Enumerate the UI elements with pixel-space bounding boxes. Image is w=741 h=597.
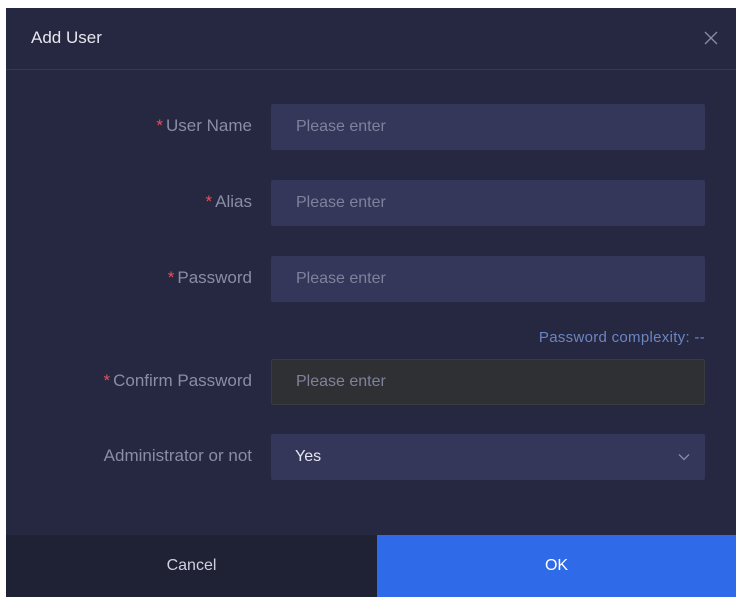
- dialog-header: Add User: [6, 8, 736, 70]
- dialog-title: Add User: [31, 28, 102, 47]
- dialog-footer: Cancel OK: [6, 535, 736, 597]
- form-row-password: * Password: [6, 256, 736, 302]
- add-user-dialog: Add User *User Name *Alias *Password Pas…: [6, 8, 736, 597]
- cancel-button[interactable]: Cancel: [6, 535, 377, 597]
- required-mark: *: [205, 192, 213, 211]
- username-input[interactable]: [271, 104, 705, 150]
- confirm-password-input[interactable]: [271, 359, 705, 405]
- alias-input[interactable]: [271, 180, 705, 226]
- form-row-administrator: Administrator or not Yes: [6, 434, 736, 480]
- administrator-label: Administrator or not: [103, 446, 252, 465]
- administrator-selected-value: Yes: [295, 448, 322, 465]
- alias-label: * Alias: [205, 192, 252, 211]
- close-icon[interactable]: [700, 27, 722, 49]
- form-row-alias: * Alias: [6, 180, 736, 226]
- form-row-confirm-password: * Confirm Password: [6, 359, 736, 405]
- form-row-username: * User Name: [6, 104, 736, 150]
- required-mark: *: [156, 116, 164, 135]
- required-mark: *: [103, 371, 111, 390]
- confirm-password-label: * Confirm Password: [103, 371, 253, 390]
- ok-button[interactable]: OK: [377, 535, 736, 597]
- required-mark: *: [167, 268, 175, 287]
- password-complexity-text: Password complexity: --: [538, 329, 705, 346]
- password-input[interactable]: [271, 256, 705, 302]
- administrator-select[interactable]: Yes: [271, 434, 705, 480]
- chevron-down-icon: [677, 450, 691, 464]
- password-label: * Password: [167, 268, 252, 287]
- username-label: * User Name: [156, 116, 252, 135]
